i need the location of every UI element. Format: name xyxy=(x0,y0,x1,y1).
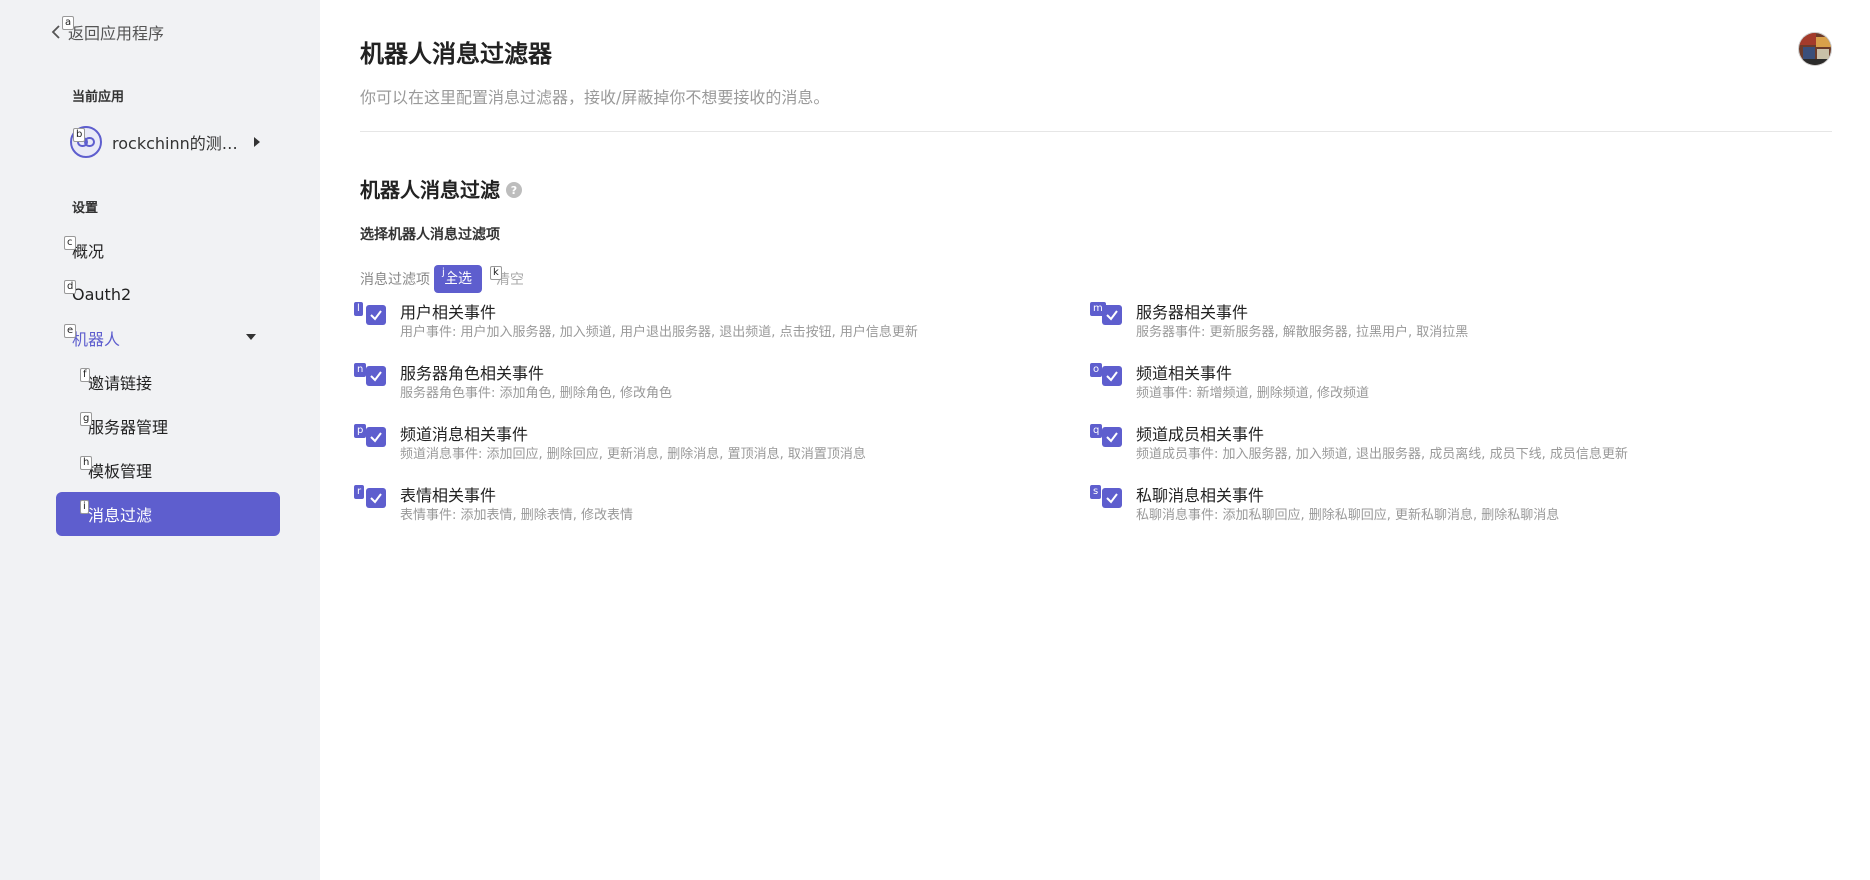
event-description: 服务器角色事件: 添加角色, 删除角色, 修改角色 xyxy=(400,386,673,401)
event-description: 频道成员事件: 加入服务器, 加入频道, 退出服务器, 成员离线, 成员下线, … xyxy=(1136,447,1628,462)
checkbox[interactable] xyxy=(366,488,386,508)
hint-a: a xyxy=(62,16,75,30)
hint-h: h xyxy=(80,456,93,470)
hint-p: p xyxy=(354,424,367,438)
app-selector[interactable]: rockchinn的测试应用 xyxy=(70,126,270,158)
checkbox[interactable] xyxy=(366,366,386,386)
sidebar-item-overview[interactable]: 概况 xyxy=(56,228,280,272)
event-title: 表情相关事件 xyxy=(400,486,497,505)
sidebar-item-bot[interactable]: 机器人 xyxy=(56,316,280,360)
check-icon xyxy=(370,432,382,443)
current-app-title: 当前应用 xyxy=(72,90,125,105)
hint-r: r xyxy=(354,485,365,499)
sidebar-item-server-management[interactable]: 服务器管理 xyxy=(56,404,280,448)
event-item-user: 用户相关事件 用户事件: 用户加入服务器, 加入频道, 用户退出服务器, 退出频… xyxy=(366,299,1066,347)
check-icon xyxy=(370,493,382,504)
sidebar-item-label: 模板管理 xyxy=(88,462,153,481)
event-title: 服务器角色相关事件 xyxy=(400,364,545,383)
back-label: 返回应用程序 xyxy=(68,24,165,43)
check-icon xyxy=(370,371,382,382)
event-item-channel-member: 频道成员相关事件 频道成员事件: 加入服务器, 加入频道, 退出服务器, 成员离… xyxy=(1102,421,1802,469)
check-icon xyxy=(1106,432,1118,443)
event-title: 服务器相关事件 xyxy=(1136,303,1249,322)
hint-o: o xyxy=(1090,363,1103,377)
hint-f: f xyxy=(80,368,90,382)
event-description: 私聊消息事件: 添加私聊回应, 删除私聊回应, 更新私聊消息, 删除私聊消息 xyxy=(1136,508,1560,523)
sidebar-item-label: 服务器管理 xyxy=(88,418,169,437)
main-content: 机器人消息过滤器 你可以在这里配置消息过滤器，接收/屏蔽掉你不想要接收的消息。 … xyxy=(320,0,1870,880)
section-title: 机器人消息过滤 xyxy=(360,178,500,202)
hint-b: b xyxy=(73,128,86,142)
event-item-emoji: 表情相关事件 表情事件: 添加表情, 删除表情, 修改表情 xyxy=(366,482,1066,530)
sidebar: 返回应用程序 a 当前应用 rockchinn的测试应用 b 设置 概况 c O… xyxy=(0,0,320,880)
sidebar-item-oauth2[interactable]: Oauth2 xyxy=(56,272,280,316)
hint-g: g xyxy=(80,412,93,426)
avatar-image xyxy=(1799,33,1831,65)
checkbox[interactable] xyxy=(366,427,386,447)
user-avatar[interactable] xyxy=(1798,32,1832,66)
hint-n: n xyxy=(354,363,367,377)
caret-down-icon xyxy=(246,334,256,340)
event-description: 表情事件: 添加表情, 删除表情, 修改表情 xyxy=(400,508,634,523)
hint-i: i xyxy=(80,500,89,514)
check-icon xyxy=(1106,371,1118,382)
hint-d: d xyxy=(64,280,77,294)
event-item-channel-message: 频道消息相关事件 频道消息事件: 添加回应, 删除回应, 更新消息, 删除消息,… xyxy=(366,421,1066,469)
page-title: 机器人消息过滤器 xyxy=(360,40,552,68)
sidebar-item-message-filter[interactable]: 消息过滤 xyxy=(56,492,280,536)
event-description: 用户事件: 用户加入服务器, 加入频道, 用户退出服务器, 退出频道, 点击按钮… xyxy=(400,325,918,340)
sidebar-item-template-management[interactable]: 模板管理 xyxy=(56,448,280,492)
hint-m: m xyxy=(1090,302,1106,316)
hint-l: l xyxy=(354,302,363,316)
sidebar-item-label: 消息过滤 xyxy=(88,506,153,525)
hint-e: e xyxy=(64,324,77,338)
event-description: 服务器事件: 更新服务器, 解散服务器, 拉黑用户, 取消拉黑 xyxy=(1136,325,1469,340)
settings-title: 设置 xyxy=(72,201,99,216)
event-title: 频道相关事件 xyxy=(1136,364,1233,383)
check-icon xyxy=(1106,310,1118,321)
event-item-private-message: 私聊消息相关事件 私聊消息事件: 添加私聊回应, 删除私聊回应, 更新私聊消息,… xyxy=(1102,482,1802,530)
event-item-server-role: 服务器角色相关事件 服务器角色事件: 添加角色, 删除角色, 修改角色 xyxy=(366,360,1066,408)
sidebar-item-label: 邀请链接 xyxy=(88,374,153,393)
subsection-title: 选择机器人消息过滤项 xyxy=(360,227,500,243)
checkbox[interactable] xyxy=(1102,427,1122,447)
check-icon xyxy=(1106,493,1118,504)
hint-q: q xyxy=(1090,424,1103,438)
section-heading: 机器人消息过滤 ? xyxy=(360,174,522,203)
sidebar-item-label: Oauth2 xyxy=(72,284,132,304)
app-name: rockchinn的测试应用 xyxy=(112,134,246,153)
sidebar-item-invite-link[interactable]: 邀请链接 xyxy=(56,360,280,404)
caret-right-icon xyxy=(254,137,260,147)
checkbox[interactable] xyxy=(1102,488,1122,508)
checkbox[interactable] xyxy=(1102,366,1122,386)
check-icon xyxy=(370,310,382,321)
sidebar-item-label: 机器人 xyxy=(72,330,121,349)
event-item-server: 服务器相关事件 服务器事件: 更新服务器, 解散服务器, 拉黑用户, 取消拉黑 xyxy=(1102,299,1802,347)
filter-label: 消息过滤项 xyxy=(360,272,430,288)
sidebar-item-label: 概况 xyxy=(72,242,105,261)
event-title: 频道消息相关事件 xyxy=(400,425,529,444)
checkbox[interactable] xyxy=(366,305,386,325)
event-title: 私聊消息相关事件 xyxy=(1136,486,1265,505)
divider xyxy=(360,131,1832,132)
hint-k: k xyxy=(490,266,502,280)
event-title: 用户相关事件 xyxy=(400,303,497,322)
event-description: 频道消息事件: 添加回应, 删除回应, 更新消息, 删除消息, 置顶消息, 取消… xyxy=(400,447,866,462)
event-description: 频道事件: 新增频道, 删除频道, 修改频道 xyxy=(1136,386,1370,401)
hint-s: s xyxy=(1090,485,1102,499)
event-title: 频道成员相关事件 xyxy=(1136,425,1265,444)
page-description: 你可以在这里配置消息过滤器，接收/屏蔽掉你不想要接收的消息。 xyxy=(360,88,830,107)
question-icon[interactable]: ? xyxy=(506,182,522,198)
hint-c: c xyxy=(64,236,76,250)
hint-j: j xyxy=(439,266,448,280)
event-item-channel: 频道相关事件 频道事件: 新增频道, 删除频道, 修改频道 xyxy=(1102,360,1802,408)
